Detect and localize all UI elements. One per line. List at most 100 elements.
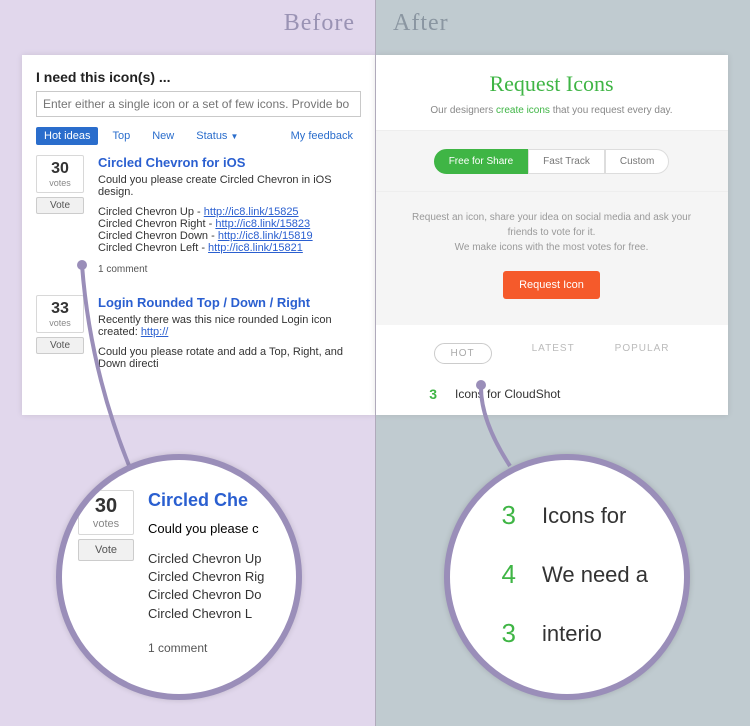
tab-status[interactable]: Status ▼ — [188, 127, 246, 145]
after-stem-dot — [476, 380, 486, 390]
before-magnifier: 30 votes Vote Circled Che Could you plea… — [56, 454, 302, 700]
vote-button[interactable]: Vote — [36, 337, 84, 354]
mag-vote-n: 4 — [492, 559, 516, 590]
sort-latest[interactable]: LATEST — [532, 343, 575, 364]
list-item: 3 Icons for CloudShot — [375, 378, 728, 410]
idea-body: Circled Chevron for iOS Could you please… — [98, 155, 361, 275]
tab-top[interactable]: Top — [104, 127, 138, 145]
before-panel: I need this icon(s) ... Hot ideas Top Ne… — [22, 55, 375, 415]
sub-pre: Our designers — [430, 105, 496, 116]
after-magnifier: 3 Icons for 4 We need a 3 interio — [444, 454, 690, 700]
idea-body: Login Rounded Top / Down / Right Recentl… — [98, 295, 361, 370]
idea-line: Circled Chevron Left - http://ic8.link/1… — [98, 242, 361, 254]
vote-box: 30 votes Vote — [36, 155, 84, 275]
column-divider — [375, 0, 376, 726]
before-title: I need this icon(s) ... — [36, 69, 361, 85]
mag-row: 3 interio — [492, 604, 684, 663]
sub-post: that you request every day. — [550, 105, 673, 116]
idea-title[interactable]: Login Rounded Top / Down / Right — [98, 295, 361, 310]
pill-fast-track[interactable]: Fast Track — [528, 149, 605, 174]
icon-input[interactable] — [36, 91, 361, 117]
tab-new[interactable]: New — [144, 127, 182, 145]
mag-body: Circled Che Could you please c Circled C… — [148, 490, 264, 655]
chevron-down-icon: ▼ — [230, 132, 238, 141]
header-before: Before — [0, 10, 375, 37]
idea-link[interactable]: http://ic8.link/15821 — [208, 242, 303, 254]
idea-link[interactable]: http:// — [141, 326, 169, 338]
comment-count[interactable]: 1 comment — [98, 264, 361, 275]
vote-button[interactable]: Vote — [36, 197, 84, 214]
after-title: Request Icons — [375, 71, 728, 97]
request-title[interactable]: Icons for CloudShot — [455, 387, 560, 401]
info-line2: We make icons with the most votes for fr… — [455, 242, 649, 253]
mag-before-content: 30 votes Vote Circled Che Could you plea… — [62, 460, 296, 655]
mag-row: 3 Icons for — [492, 486, 684, 545]
idea-line: Circled Chevron Up - http://ic8.link/158… — [98, 206, 361, 218]
mag-line: Circled Chevron Do — [148, 586, 264, 604]
idea-link[interactable]: http://ic8.link/15825 — [204, 206, 299, 218]
mag-title[interactable]: Circled Che — [148, 490, 264, 511]
create-icons-link[interactable]: create icons — [496, 105, 550, 116]
request-list: 3 Icons for CloudShot 4 We need a set fo… — [375, 378, 728, 415]
vote-count: 30 — [37, 160, 83, 178]
idea-link[interactable]: http://ic8.link/15823 — [215, 218, 310, 230]
mag-vote-label: votes — [79, 518, 133, 530]
tab-bar: Hot ideas Top New Status ▼ My feedback — [36, 127, 361, 145]
pill-custom[interactable]: Custom — [605, 149, 669, 174]
mag-desc: Could you please c — [148, 521, 264, 536]
idea-desc: Could you please create Circled Chevron … — [98, 174, 361, 198]
mag-req-title[interactable]: We need a — [542, 562, 648, 588]
mag-row: 4 We need a — [492, 545, 684, 604]
mag-line: Circled Chevron Rig — [148, 568, 264, 586]
mag-line: Circled Chevron L — [148, 605, 264, 623]
tab-my-feedback[interactable]: My feedback — [283, 127, 361, 145]
cta-wrap: Request Icon — [375, 255, 728, 325]
vote-label: votes — [37, 178, 83, 188]
header-after: After — [375, 10, 750, 37]
after-subtitle: Our designers create icons that you requ… — [375, 105, 728, 116]
sort-row: HOT LATEST POPULAR — [375, 325, 728, 378]
mag-vote-n: 3 — [492, 500, 516, 531]
idea-desc: Recently there was this nice rounded Log… — [98, 314, 361, 338]
after-header: Request Icons — [375, 55, 728, 97]
idea-line: Circled Chevron Right - http://ic8.link/… — [98, 218, 361, 230]
mag-vote-count: 30 — [79, 495, 133, 518]
idea-item: 33 votes Vote Login Rounded Top / Down /… — [36, 295, 361, 384]
desc-pre: Recently there was this nice rounded Log… — [98, 314, 332, 338]
mag-comment[interactable]: 1 comment — [148, 641, 264, 655]
vote-box: 33 votes Vote — [36, 295, 84, 370]
vote-card: 33 votes — [36, 295, 84, 333]
pill-row: Free for Share Fast Track Custom — [375, 130, 728, 192]
mag-vote-card: 30 votes — [78, 490, 134, 535]
mag-req-title[interactable]: Icons for — [542, 503, 626, 529]
mag-req-title[interactable]: interio — [542, 621, 602, 647]
vote-count: 33 — [37, 300, 83, 318]
line-pre: Circled Chevron Up - — [98, 206, 204, 218]
list-item: 4 We need a set for our web-design — [375, 410, 728, 415]
mag-vote-box: 30 votes Vote — [78, 490, 134, 655]
idea-title[interactable]: Circled Chevron for iOS — [98, 155, 361, 170]
pill-free-for-share[interactable]: Free for Share — [434, 149, 528, 174]
request-votes: 3 — [419, 386, 437, 402]
mag-vote-button[interactable]: Vote — [78, 539, 134, 561]
sort-hot[interactable]: HOT — [434, 343, 492, 364]
idea-link[interactable]: http://ic8.link/15819 — [218, 230, 313, 242]
tab-hot-ideas[interactable]: Hot ideas — [36, 127, 98, 145]
vote-label: votes — [37, 318, 83, 328]
line-pre: Circled Chevron Right - — [98, 218, 215, 230]
vote-card: 30 votes — [36, 155, 84, 193]
sort-popular[interactable]: POPULAR — [615, 343, 670, 364]
mag-vote-n: 3 — [492, 618, 516, 649]
idea-line: Circled Chevron Down - http://ic8.link/1… — [98, 230, 361, 242]
info-text: Request an icon, share your idea on soci… — [375, 192, 728, 255]
line-pre: Circled Chevron Down - — [98, 230, 218, 242]
line-pre: Circled Chevron Left - — [98, 242, 208, 254]
after-panel: Request Icons Our designers create icons… — [375, 55, 728, 415]
info-line1: Request an icon, share your idea on soci… — [412, 212, 691, 238]
before-stem-dot — [77, 260, 87, 270]
mag-after-content: 3 Icons for 4 We need a 3 interio — [450, 460, 684, 663]
tab-spacer — [252, 133, 276, 139]
idea-desc2: Could you please rotate and add a Top, R… — [98, 346, 361, 370]
tab-status-label: Status — [196, 130, 227, 142]
request-icon-button[interactable]: Request Icon — [503, 271, 600, 299]
